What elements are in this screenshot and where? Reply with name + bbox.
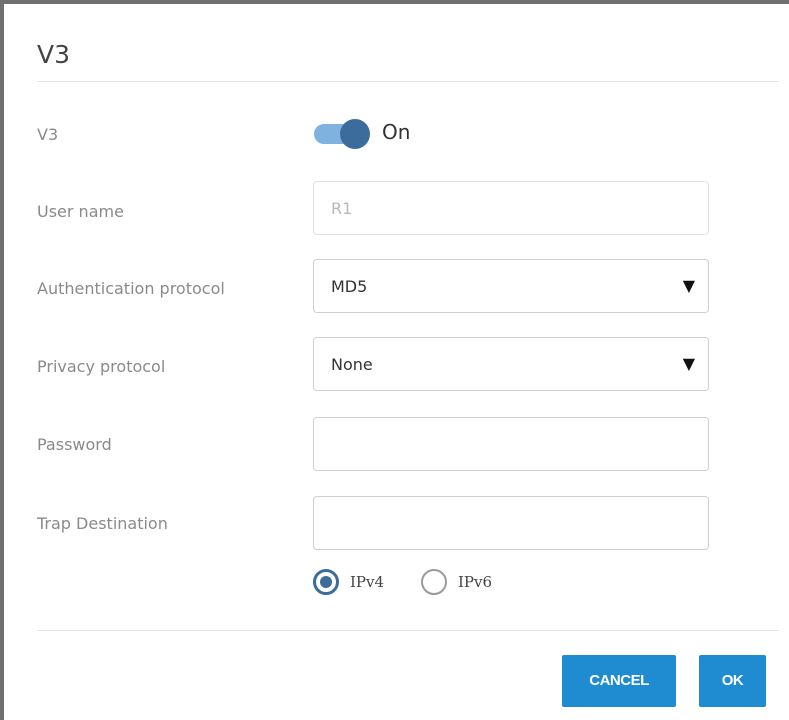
user-name-field — [313, 181, 709, 235]
trap-destination-field[interactable] — [313, 496, 709, 550]
auth-protocol-label: Authentication protocol — [37, 279, 225, 298]
user-name-label: User name — [37, 202, 124, 221]
toggle-knob — [340, 119, 370, 149]
password-input[interactable] — [314, 418, 708, 470]
radio-checked-icon — [313, 569, 339, 595]
privacy-protocol-select[interactable]: None ▼ — [313, 337, 709, 391]
trap-destination-input[interactable] — [314, 497, 708, 549]
password-label: Password — [37, 435, 112, 454]
v3-dialog: V3 V3 On User name Authentication protoc… — [0, 0, 789, 720]
caret-down-icon: ▼ — [682, 276, 695, 295]
ok-button[interactable]: OK — [699, 655, 766, 707]
trap-destination-label: Trap Destination — [37, 514, 168, 533]
auth-protocol-select[interactable]: MD5 ▼ — [313, 259, 709, 313]
ipv6-label: IPv6 — [458, 573, 493, 591]
privacy-protocol-label: Privacy protocol — [37, 357, 166, 376]
ipv4-label: IPv4 — [350, 573, 385, 591]
v3-label: V3 — [37, 125, 59, 144]
header-divider — [37, 81, 779, 82]
v3-toggle[interactable] — [314, 119, 372, 149]
radio-unchecked-icon — [421, 569, 447, 595]
footer-divider — [37, 630, 779, 631]
password-field[interactable] — [313, 417, 709, 471]
caret-down-icon: ▼ — [682, 354, 695, 373]
auth-protocol-value: MD5 — [331, 277, 368, 296]
user-name-input — [314, 182, 708, 234]
privacy-protocol-value: None — [331, 355, 373, 374]
cancel-button[interactable]: CANCEL — [562, 655, 676, 707]
v3-toggle-state: On — [382, 120, 411, 144]
dialog-title: V3 — [37, 40, 71, 69]
